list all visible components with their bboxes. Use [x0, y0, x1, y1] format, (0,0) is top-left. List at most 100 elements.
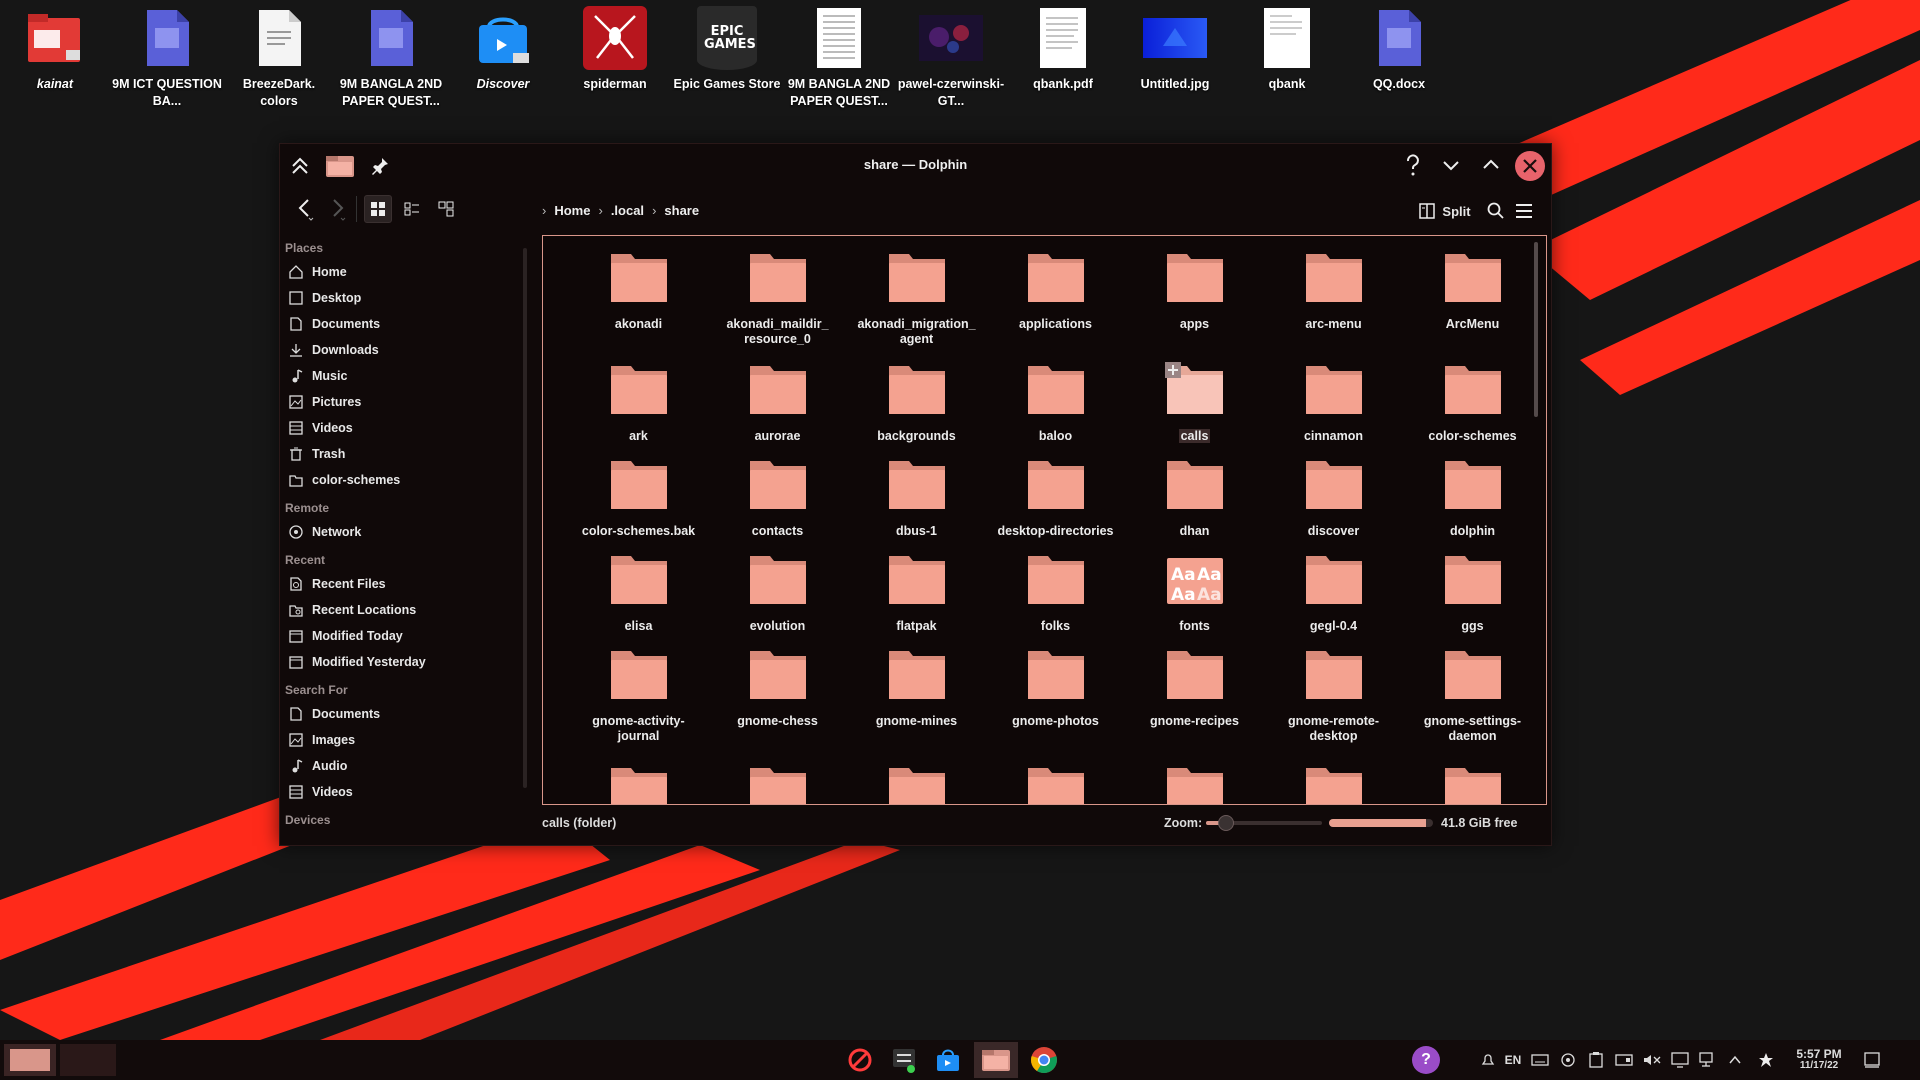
pager-desktop-2[interactable]: [60, 1044, 116, 1076]
desktop-icon-pawel[interactable]: pawel-czerwinski-GT...: [896, 6, 1006, 110]
folder-item[interactable]: akonadi_maildir_ resource_0: [715, 248, 840, 347]
folder-item[interactable]: dbus-1: [854, 455, 979, 539]
folder-item[interactable]: contacts: [715, 455, 840, 539]
back-button[interactable]: [292, 196, 318, 222]
sidebar-item-recent-locations[interactable]: Recent Locations: [280, 597, 518, 623]
pager-desktop-1[interactable]: [4, 1044, 56, 1076]
taskbar-dolphin[interactable]: [974, 1042, 1018, 1078]
folder-item[interactable]: calls: [1132, 360, 1257, 444]
minimize-button[interactable]: [1438, 152, 1464, 178]
folder-item[interactable]: arc-menu: [1271, 248, 1396, 332]
sidebar-item-pictures[interactable]: Pictures: [280, 389, 518, 415]
sidebar-item-modified-yesterday[interactable]: Modified Yesterday: [280, 649, 518, 675]
folder-item[interactable]: desktop-directories: [993, 455, 1118, 539]
sidebar-scrollbar[interactable]: [523, 248, 527, 788]
zoom-slider[interactable]: [1206, 815, 1322, 831]
zoom-slider-handle[interactable]: [1217, 815, 1234, 831]
sidebar-item-search-videos[interactable]: Videos: [280, 779, 518, 805]
taskbar-discover[interactable]: [928, 1044, 968, 1076]
folder-item[interactable]: color-schemes.bak: [576, 455, 701, 539]
taskbar-launcher-1[interactable]: [840, 1044, 880, 1076]
sidebar-item-network[interactable]: Network: [280, 519, 518, 545]
sidebar-item-home[interactable]: Home: [280, 259, 518, 285]
star-icon[interactable]: [1748, 1052, 1784, 1068]
keyboard-icon[interactable]: [1526, 1053, 1554, 1067]
maximize-button[interactable]: [1478, 152, 1504, 178]
folder-item[interactable]: [576, 762, 701, 804]
notifications-icon[interactable]: [1476, 1052, 1500, 1068]
folder-item[interactable]: elisa: [576, 550, 701, 634]
sidebar-item-search-documents[interactable]: Documents: [280, 701, 518, 727]
desktop-icon-9m-bangla-preview[interactable]: 9M BANGLA 2ND PAPER QUEST...: [784, 6, 894, 110]
folder-item[interactable]: Aa Aa Aa Aa fonts: [1132, 550, 1257, 634]
folder-item[interactable]: [1271, 762, 1396, 804]
folder-item[interactable]: discover: [1271, 455, 1396, 539]
folder-item[interactable]: [1132, 762, 1257, 804]
sidebar-item-documents[interactable]: Documents: [280, 311, 518, 337]
folder-item[interactable]: applications: [993, 248, 1118, 332]
sidebar-item-search-audio[interactable]: Audio: [280, 753, 518, 779]
digital-clock[interactable]: 5:57 PM 11/17/22: [1784, 1048, 1854, 1072]
desktop-icon-discover[interactable]: Discover: [448, 6, 558, 93]
show-desktop-icon[interactable]: [1854, 1052, 1890, 1068]
split-button[interactable]: Split: [1415, 200, 1475, 222]
desktop-icon-spiderman[interactable]: spiderman: [560, 6, 670, 93]
folder-item[interactable]: folks: [993, 550, 1118, 634]
compact-view-button[interactable]: [398, 195, 426, 223]
folder-item[interactable]: ggs: [1410, 550, 1535, 634]
folder-item[interactable]: gnome-chess: [715, 645, 840, 729]
breadcrumb-local[interactable]: .local: [611, 203, 644, 218]
desktop-icon-qbank-pdf[interactable]: qbank.pdf: [1008, 6, 1118, 93]
folder-item[interactable]: baloo: [993, 360, 1118, 444]
sidebar-item-desktop[interactable]: Desktop: [280, 285, 518, 311]
desktop-icon-9m-bangla[interactable]: 9M BANGLA 2ND PAPER QUEST...: [336, 6, 446, 110]
storage-icon[interactable]: [1610, 1053, 1638, 1067]
folder-item[interactable]: gnome-activity-journal: [576, 645, 701, 744]
help-button[interactable]: [1400, 152, 1426, 178]
folder-item[interactable]: akonadi: [576, 248, 701, 332]
folder-item[interactable]: [715, 762, 840, 804]
network-wired-icon[interactable]: [1694, 1052, 1722, 1068]
desktop-icon-epic-games[interactable]: EPIC GAMES Epic Games Store: [672, 6, 782, 93]
sidebar-item-downloads[interactable]: Downloads: [280, 337, 518, 363]
folder-item[interactable]: dhan: [1132, 455, 1257, 539]
sidebar-item-trash[interactable]: Trash: [280, 441, 518, 467]
folder-item[interactable]: apps: [1132, 248, 1257, 332]
sidebar-item-recent-files[interactable]: Recent Files: [280, 571, 518, 597]
folder-item[interactable]: gnome-remote-desktop: [1271, 645, 1396, 744]
taskbar-system-settings[interactable]: [884, 1044, 924, 1076]
folder-item[interactable]: gnome-settings-daemon: [1410, 645, 1535, 744]
display-icon[interactable]: [1666, 1052, 1694, 1068]
folder-item[interactable]: flatpak: [854, 550, 979, 634]
kde-connect-icon[interactable]: [1554, 1052, 1582, 1068]
desktop-icon-breezedark[interactable]: BreezeDark. colors: [224, 6, 334, 110]
desktop-icon-kainat[interactable]: kainat: [0, 6, 110, 93]
folder-item[interactable]: aurorae: [715, 360, 840, 444]
folder-item[interactable]: gegl-0.4: [1271, 550, 1396, 634]
breadcrumb-home[interactable]: Home: [554, 203, 590, 218]
sidebar-item-color-schemes[interactable]: color-schemes: [280, 467, 518, 493]
folder-item[interactable]: backgrounds: [854, 360, 979, 444]
breadcrumb-share[interactable]: share: [664, 203, 699, 218]
sidebar-item-videos[interactable]: Videos: [280, 415, 518, 441]
desktop-icon-qq-docx[interactable]: QQ.docx: [1344, 6, 1454, 93]
search-button[interactable]: [1484, 199, 1508, 223]
taskbar-chrome[interactable]: [1024, 1044, 1064, 1076]
sidebar-item-search-images[interactable]: Images: [280, 727, 518, 753]
forward-button[interactable]: [324, 196, 350, 222]
keyboard-layout-indicator[interactable]: EN: [1500, 1053, 1526, 1067]
sidebar-item-modified-today[interactable]: Modified Today: [280, 623, 518, 649]
folder-item[interactable]: ark: [576, 360, 701, 444]
clipboard-icon[interactable]: [1582, 1052, 1610, 1068]
folder-item[interactable]: gnome-photos: [993, 645, 1118, 729]
folder-item[interactable]: [993, 762, 1118, 804]
icons-view-button[interactable]: [364, 195, 392, 223]
desktop-icon-untitled-jpg[interactable]: Untitled.jpg: [1120, 6, 1230, 93]
folder-item[interactable]: gnome-mines: [854, 645, 979, 729]
folder-item[interactable]: dolphin: [1410, 455, 1535, 539]
folder-item[interactable]: ArcMenu: [1410, 248, 1535, 332]
hamburger-menu-button[interactable]: [1512, 199, 1536, 223]
desktop-icon-qbank[interactable]: qbank: [1232, 6, 1342, 93]
volume-muted-icon[interactable]: [1638, 1053, 1666, 1067]
details-view-button[interactable]: [432, 195, 460, 223]
